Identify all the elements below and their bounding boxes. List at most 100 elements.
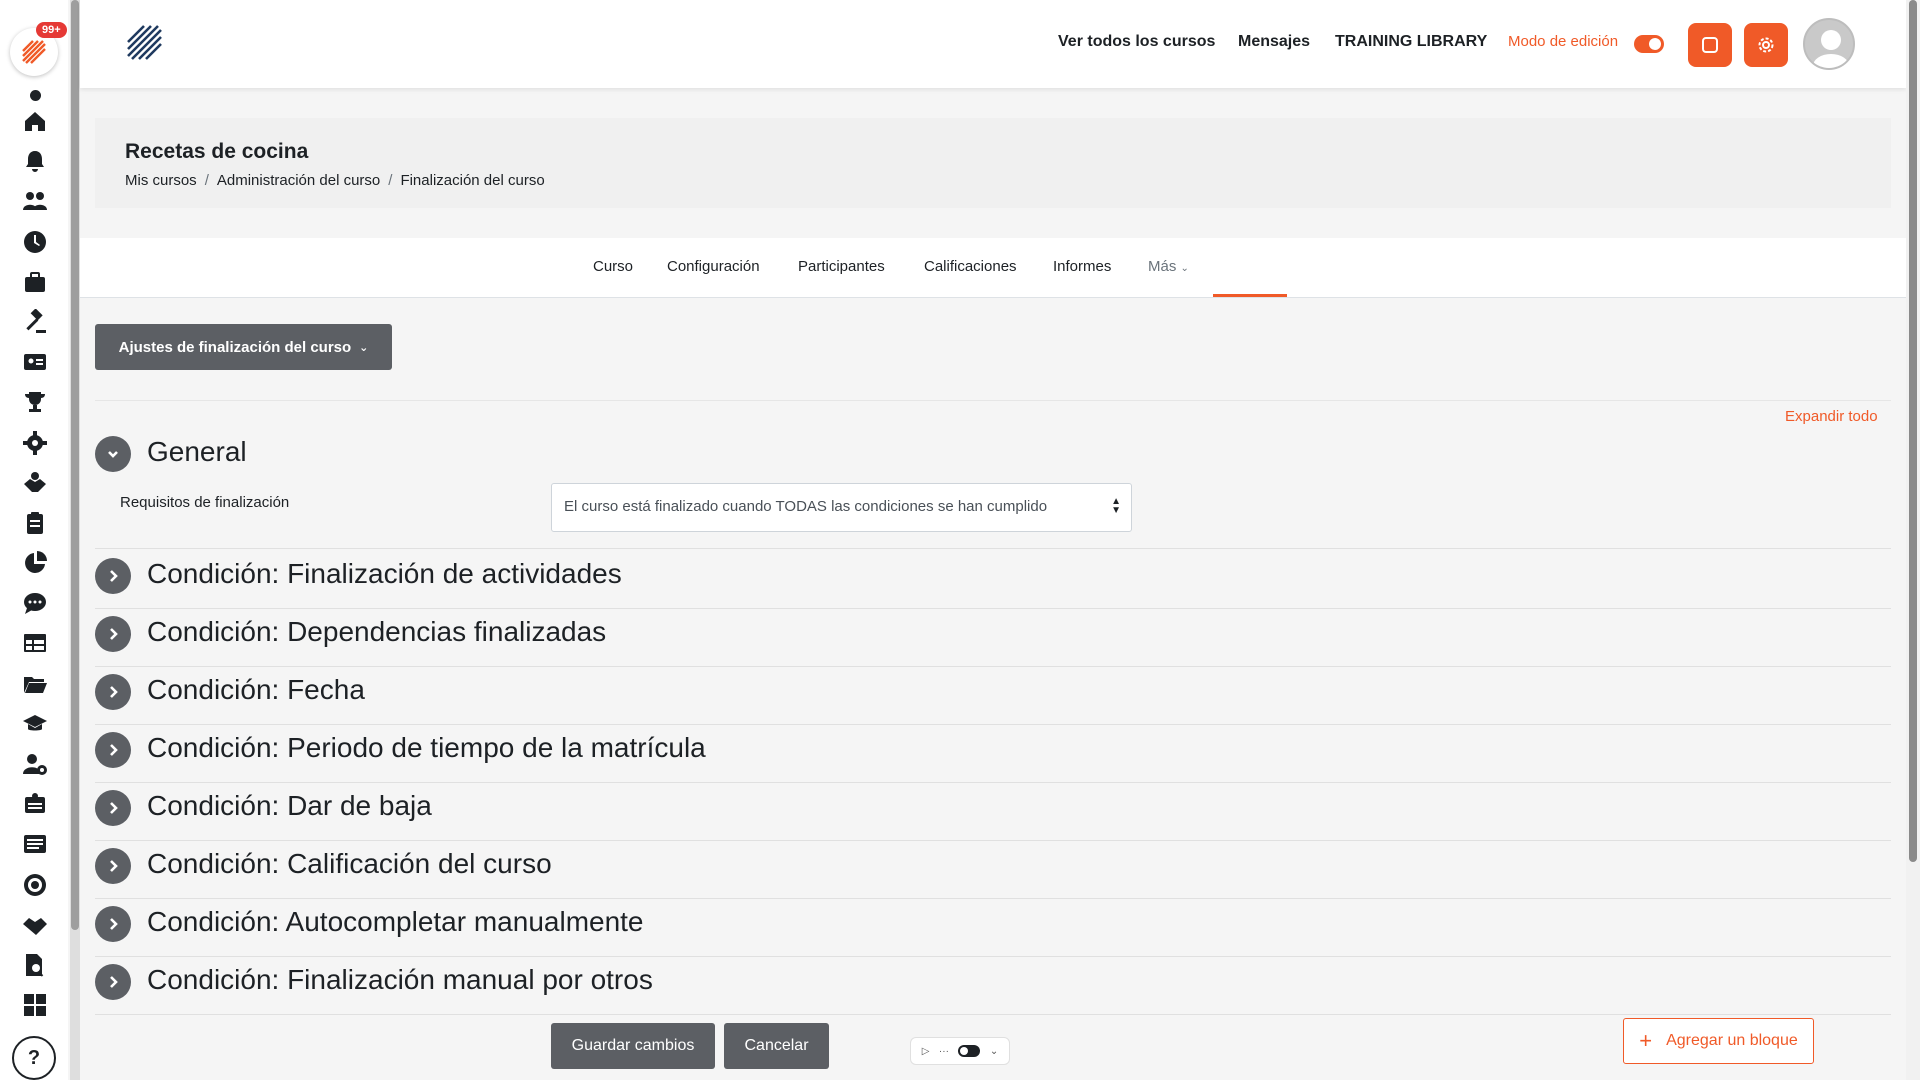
section-title[interactable]: Condición: Dar de baja: [147, 790, 432, 822]
add-block-button[interactable]: + Agregar un bloque: [1623, 1018, 1814, 1064]
pie-chart-icon: [25, 551, 47, 574]
nav-link-training-library[interactable]: TRAINING LIBRARY: [1335, 33, 1487, 51]
rail-nav-item[interactable]: [20, 106, 50, 136]
add-block-label: Agregar un bloque: [1666, 1032, 1798, 1049]
section-title[interactable]: Condición: Finalización manual por otros: [147, 964, 653, 996]
gear-icon: [23, 430, 47, 455]
chevron-right-icon: [110, 802, 118, 814]
rail-nav-item[interactable]: [20, 870, 50, 900]
section-divider: [95, 840, 1891, 841]
accessibility-widget[interactable]: ▷ ··· ⌄: [910, 1037, 1010, 1065]
section-divider: [95, 898, 1891, 899]
rail-nav-item[interactable]: [20, 588, 50, 618]
tab-curso[interactable]: Curso: [593, 258, 633, 275]
page-scrollbar[interactable]: [1906, 0, 1920, 1080]
section-toggle[interactable]: [95, 558, 131, 594]
rail-nav-item[interactable]: [20, 789, 50, 819]
tab-participantes[interactable]: Participantes: [798, 258, 885, 275]
requirement-label: Requisitos de finalización: [120, 494, 290, 511]
clipboard-icon: [27, 511, 43, 534]
rail-scrollbar[interactable]: [70, 0, 80, 1080]
edit-mode-toggle[interactable]: [1634, 35, 1664, 53]
rail-nav-item[interactable]: [20, 227, 50, 257]
table-icon: [24, 634, 46, 653]
left-rail: 99+ ?: [0, 0, 68, 1080]
nav-link-messages[interactable]: Mensajes: [1238, 33, 1310, 51]
rail-nav-item[interactable]: [20, 387, 50, 417]
cancel-button[interactable]: Cancelar: [724, 1023, 829, 1069]
rail-nav-item[interactable]: [20, 468, 50, 498]
expand-all-link[interactable]: Expandir todo: [1785, 408, 1878, 425]
chevron-down-icon: ⌄: [359, 341, 369, 354]
breadcrumb: Mis cursos / Administración del curso / Fina…: [125, 172, 545, 189]
chevron-down-icon: ⌄: [1180, 263, 1189, 274]
rail-nav-item[interactable]: [20, 950, 50, 980]
rail-nav-item[interactable]: [20, 307, 50, 337]
user-avatar[interactable]: [1803, 18, 1855, 70]
rail-nav-item[interactable]: [20, 428, 50, 458]
breadcrumb-item[interactable]: Mis cursos: [125, 172, 197, 189]
select-arrows-icon: ▲ ▼: [1111, 496, 1121, 516]
tab-configuracion[interactable]: Configuración: [667, 258, 760, 275]
section-title[interactable]: Condición: Dependencias finalizadas: [147, 616, 606, 648]
rail-nav-item[interactable]: [20, 508, 50, 538]
settings-button[interactable]: [1744, 23, 1788, 67]
rail-nav-item[interactable]: [20, 146, 50, 176]
section-divider: [95, 724, 1891, 725]
save-button[interactable]: Guardar cambios: [551, 1023, 715, 1069]
section-divider: [95, 548, 1891, 549]
rail-nav-item[interactable]: [20, 186, 50, 216]
completion-requirement-select[interactable]: El curso está finalizado cuando TODAS la…: [551, 483, 1132, 532]
rail-nav-item[interactable]: [20, 709, 50, 739]
help-button[interactable]: ?: [12, 1036, 56, 1080]
rail-scrollbar-thumb[interactable]: [71, 0, 79, 930]
breadcrumb-item[interactable]: Finalización del curso: [400, 172, 544, 189]
completion-settings-label: Ajustes de finalización del curso: [118, 338, 352, 356]
section-toggle[interactable]: [95, 790, 131, 826]
divider: [95, 400, 1891, 401]
section-toggle[interactable]: [95, 906, 131, 942]
folder-open-icon: [24, 676, 47, 693]
tab-calificaciones[interactable]: Calificaciones: [924, 258, 1017, 275]
completion-settings-dropdown[interactable]: Ajustes de finalización del curso ⌄: [95, 324, 392, 370]
section-toggle[interactable]: [95, 436, 131, 472]
page-title: Recetas de cocina: [125, 140, 309, 163]
chevron-right-icon: [110, 918, 118, 930]
gavel-icon: [26, 308, 46, 333]
rail-nav-item[interactable]: [20, 910, 50, 940]
page-scrollbar-thumb[interactable]: [1909, 0, 1917, 862]
widget-toggle[interactable]: [958, 1045, 981, 1057]
section-toggle[interactable]: [95, 674, 131, 710]
section-title[interactable]: General: [147, 436, 247, 468]
breadcrumb-separator: /: [388, 172, 393, 189]
rail-nav-item[interactable]: [20, 347, 50, 377]
rail-nav-item[interactable]: [20, 669, 50, 699]
tab-mas[interactable]: Más ⌄: [1148, 258, 1189, 275]
section-title[interactable]: Condición: Autocompletar manualmente: [147, 906, 644, 938]
chevron-right-icon: [110, 976, 118, 988]
rail-nav-item[interactable]: [20, 829, 50, 859]
nav-link-all-courses[interactable]: Ver todos los cursos: [1058, 33, 1215, 51]
chevron-right-icon: [110, 744, 118, 756]
section-toggle[interactable]: [95, 616, 131, 652]
section-toggle[interactable]: [95, 848, 131, 884]
section-title[interactable]: Condición: Calificación del curso: [147, 848, 552, 880]
chevron-right-icon: [110, 570, 118, 582]
rail-nav-item[interactable]: [20, 749, 50, 779]
section-title[interactable]: Condición: Fecha: [147, 674, 365, 706]
brand-logo-icon[interactable]: [124, 22, 168, 66]
section-title[interactable]: Condición: Finalización de actividades: [147, 558, 622, 590]
rail-nav-item[interactable]: [20, 628, 50, 658]
section-toggle[interactable]: [95, 964, 131, 1000]
section-title[interactable]: Condición: Periodo de tiempo de la matrí…: [147, 732, 706, 764]
messages-drawer-button[interactable]: [1688, 23, 1732, 67]
breadcrumb-item[interactable]: Administración del curso: [217, 172, 380, 189]
rail-nav-item[interactable]: [20, 548, 50, 578]
list-icon: [24, 835, 46, 854]
rail-nav-item[interactable]: [20, 267, 50, 297]
rail-icon-list: [20, 106, 50, 1030]
rail-nav-item[interactable]: [20, 990, 50, 1020]
section-toggle[interactable]: [95, 732, 131, 768]
tab-informes[interactable]: Informes: [1053, 258, 1111, 275]
user-cog-icon: [23, 754, 47, 775]
